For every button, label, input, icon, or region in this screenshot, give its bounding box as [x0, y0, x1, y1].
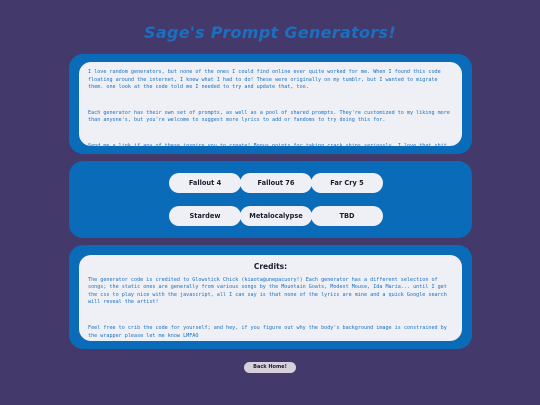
back-home-button[interactable]: Back Home!	[244, 362, 296, 373]
credits-card: Credits: The generator code is credited …	[79, 255, 462, 341]
generator-button-tbd[interactable]: TBD	[311, 206, 383, 226]
generator-panel: Fallout 4 Fallout 76 Far Cry 5 Stardew M…	[69, 161, 472, 238]
generator-button-fallout-4[interactable]: Fallout 4	[169, 173, 241, 193]
generator-button-fallout-76[interactable]: Fallout 76	[240, 173, 312, 193]
generator-button-far-cry-5[interactable]: Far Cry 5	[311, 173, 383, 193]
page-title: Sage's Prompt Generators!	[144, 23, 396, 42]
page: Sage's Prompt Generators! I love random …	[0, 0, 540, 405]
credits-title: Credits:	[253, 262, 288, 271]
credits-panel: Credits: The generator code is credited …	[69, 245, 472, 349]
intro-paragraph: Each generator has their own set of prom…	[88, 109, 450, 124]
intro-panel: I love random generators, but none of th…	[69, 54, 472, 154]
intro-paragraph: I love random generators, but none of th…	[88, 69, 441, 91]
credits-paragraph: The generator code is credited to Glowst…	[88, 276, 447, 306]
generator-button-stardew[interactable]: Stardew	[169, 206, 241, 226]
intro-paragraph: Send me a link if any of these inspire y…	[88, 142, 450, 149]
generator-button-metalocalypse[interactable]: Metalocalypse	[240, 206, 312, 226]
intro-card: I love random generators, but none of th…	[79, 62, 462, 149]
credits-paragraph: Feel free to crib the code for yourself;…	[88, 324, 447, 339]
